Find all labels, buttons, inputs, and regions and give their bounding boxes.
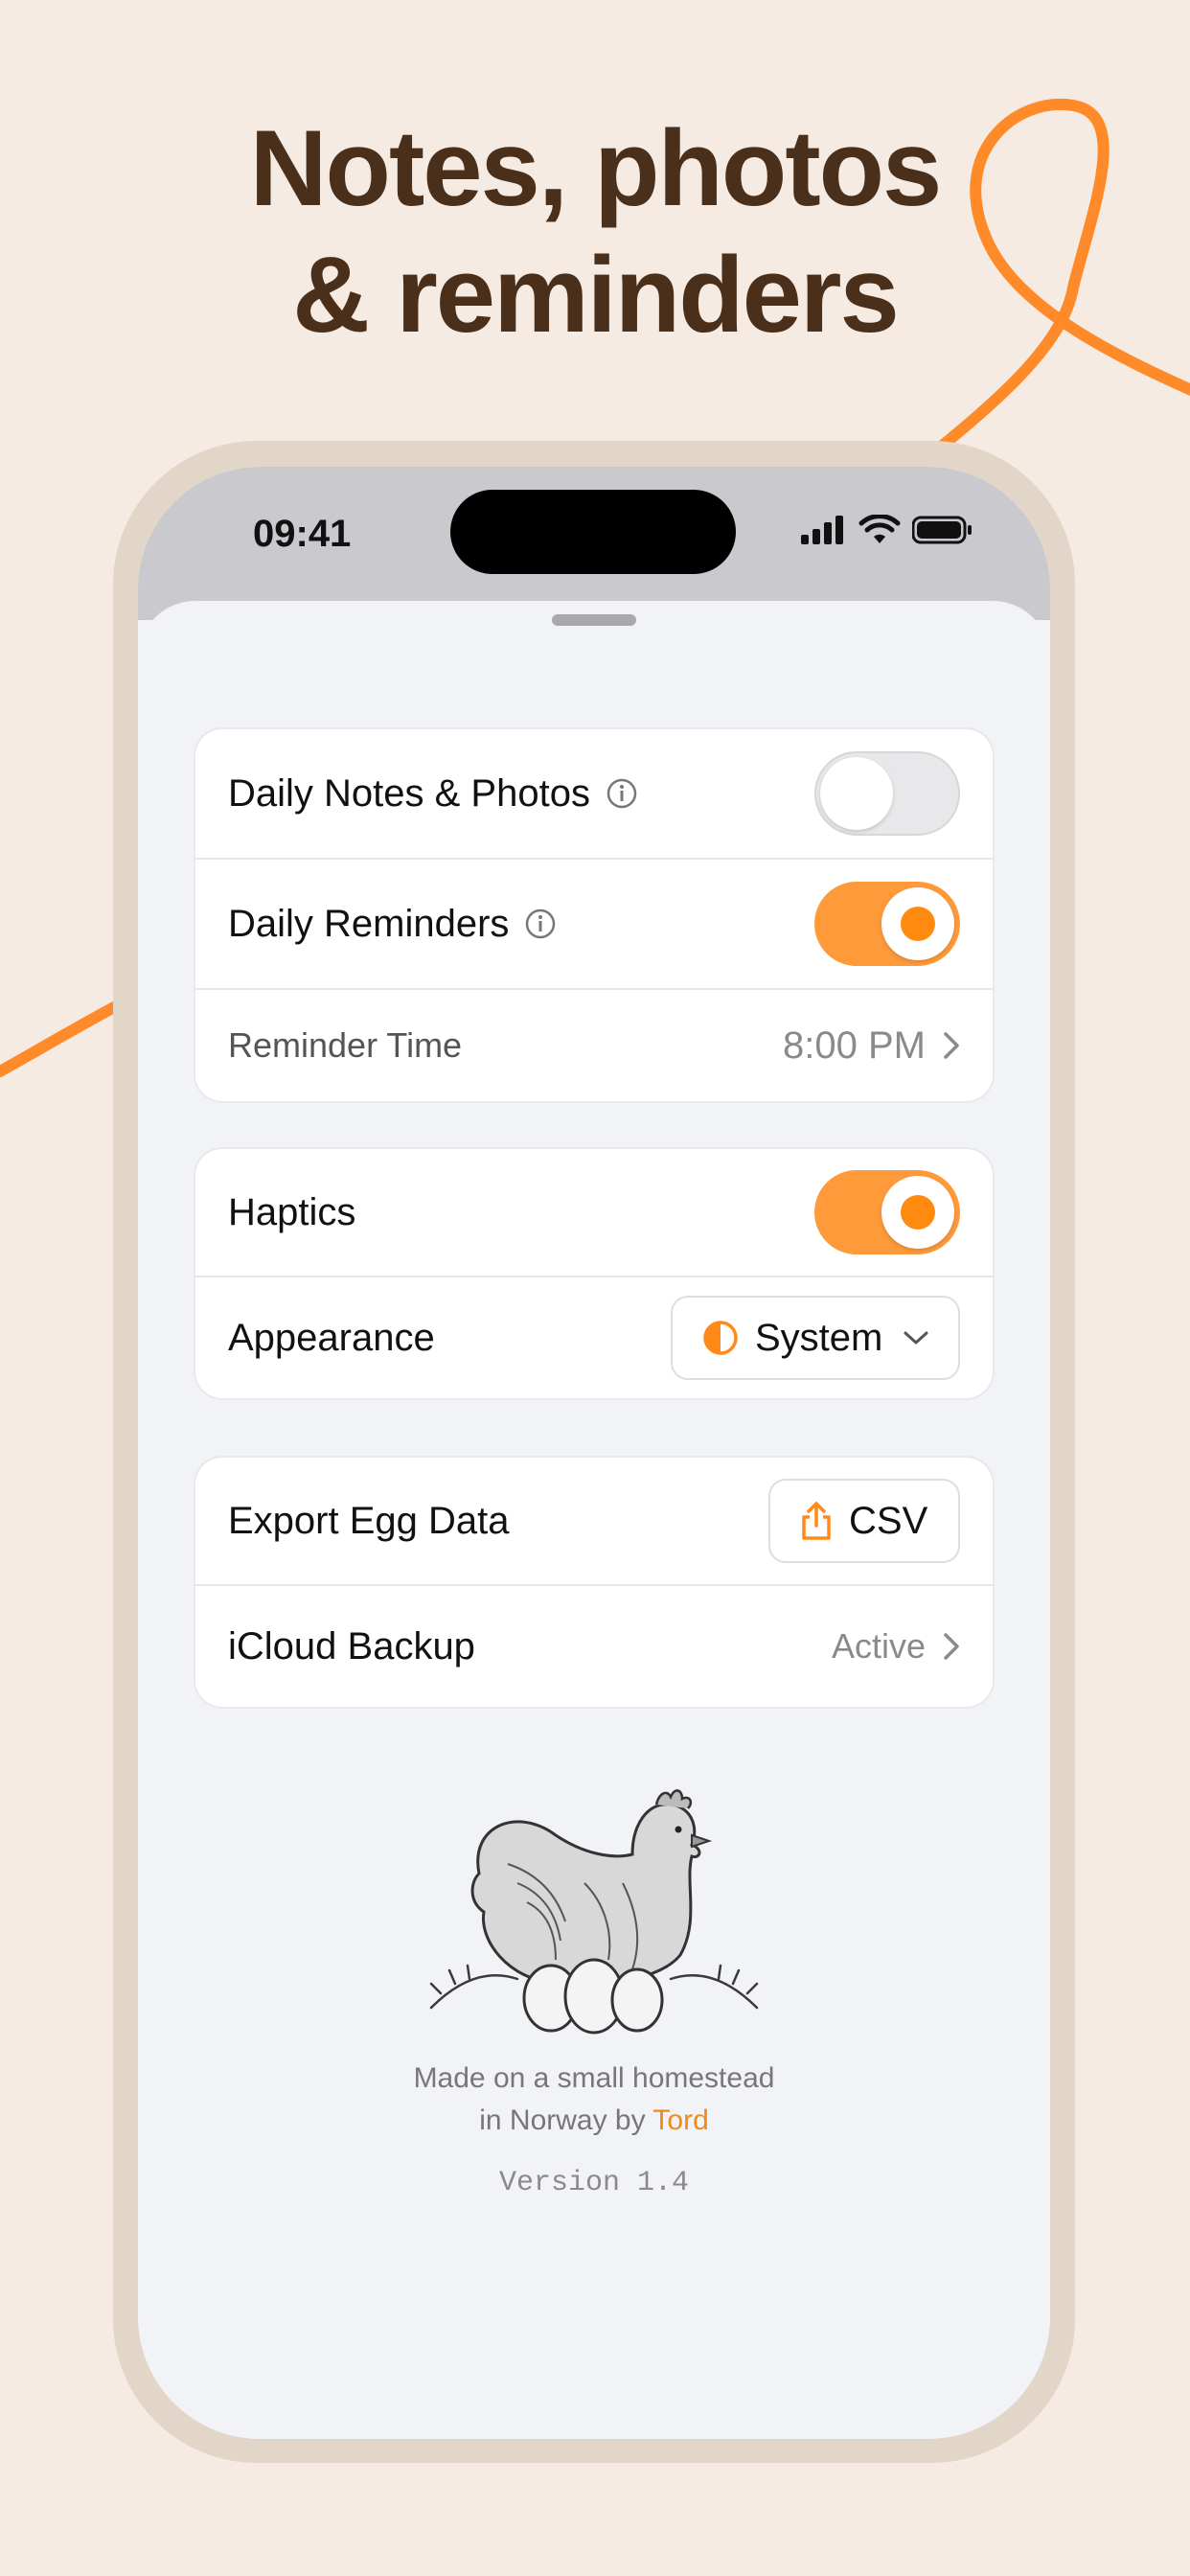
- share-icon: [802, 1502, 831, 1540]
- status-time: 09:41: [253, 513, 352, 555]
- data-card: Export Egg Data CSV iCloud Backup Active: [194, 1456, 995, 1709]
- daily-notes-label: Daily Notes & Photos: [228, 771, 590, 815]
- headline: Notes, photos & reminders: [0, 105, 1190, 358]
- chevron-right-icon: [944, 1633, 959, 1660]
- haptics-row: Haptics: [195, 1149, 993, 1277]
- headline-line-2: & reminders: [292, 235, 900, 355]
- egg-toggle-knob: [881, 1176, 954, 1249]
- haptics-label: Haptics: [228, 1190, 356, 1233]
- status-icons: [801, 515, 973, 545]
- notifications-card: Daily Notes & Photos Daily Reminders Rem…: [194, 727, 995, 1103]
- reminder-time-row[interactable]: Reminder Time 8:00 PM: [195, 990, 993, 1101]
- export-csv-button[interactable]: CSV: [768, 1479, 960, 1563]
- icloud-row[interactable]: iCloud Backup Active: [195, 1586, 993, 1707]
- haptics-toggle[interactable]: [814, 1170, 960, 1254]
- reminder-time-value: 8:00 PM: [783, 1024, 926, 1067]
- phone-screen: 09:41 Daily Notes & Photos Daily Reminde…: [138, 467, 1050, 2439]
- author-link[interactable]: Tord: [652, 2104, 708, 2136]
- appearance-value: System: [755, 1316, 883, 1359]
- export-label: Export Egg Data: [228, 1499, 510, 1542]
- footer-line-1: Made on a small homestead: [413, 2062, 775, 2094]
- signal-icon: [801, 516, 843, 544]
- info-icon[interactable]: [606, 777, 638, 810]
- wifi-icon: [858, 515, 901, 543]
- export-csv-label: CSV: [849, 1499, 928, 1542]
- chevron-down-icon: [904, 1331, 928, 1345]
- reminder-time-label: Reminder Time: [228, 1025, 463, 1065]
- icloud-label: iCloud Backup: [228, 1624, 475, 1668]
- headline-line-1: Notes, photos: [249, 108, 943, 228]
- version-label: Version 1.4: [498, 2167, 690, 2199]
- egg-yolk-icon: [901, 1195, 935, 1230]
- daily-notes-row: Daily Notes & Photos: [195, 729, 993, 860]
- sheet-grabber[interactable]: [552, 614, 636, 626]
- dynamic-island: [450, 490, 736, 574]
- footer-credits: Made on a small homestead in Norway by T…: [138, 2058, 1050, 2142]
- battery-icon: [912, 516, 972, 544]
- appearance-row: Appearance System: [195, 1277, 993, 1398]
- daily-reminders-toggle[interactable]: [814, 882, 960, 966]
- half-circle-icon: [703, 1321, 738, 1355]
- daily-reminders-row: Daily Reminders: [195, 860, 993, 990]
- footer-line-2-prefix: in Norway by: [479, 2104, 653, 2136]
- hen-illustration: [429, 1789, 759, 2035]
- settings-sheet: Daily Notes & Photos Daily Reminders Rem…: [138, 601, 1050, 2439]
- footer-line-2: in Norway by Tord: [138, 2100, 1050, 2142]
- appearance-label: Appearance: [228, 1316, 435, 1359]
- daily-notes-toggle[interactable]: [814, 751, 960, 836]
- chevron-right-icon: [944, 1032, 959, 1059]
- daily-reminders-label: Daily Reminders: [228, 902, 510, 945]
- toggle-knob: [820, 757, 893, 830]
- status-bar: 09:41: [138, 467, 1050, 620]
- icloud-status: Active: [831, 1626, 926, 1666]
- egg-yolk-icon: [901, 907, 935, 941]
- appearance-dropdown[interactable]: System: [671, 1296, 960, 1380]
- preferences-card: Haptics Appearance System: [194, 1147, 995, 1400]
- egg-toggle-knob: [881, 887, 954, 960]
- export-row: Export Egg Data CSV: [195, 1458, 993, 1586]
- info-icon[interactable]: [524, 908, 557, 940]
